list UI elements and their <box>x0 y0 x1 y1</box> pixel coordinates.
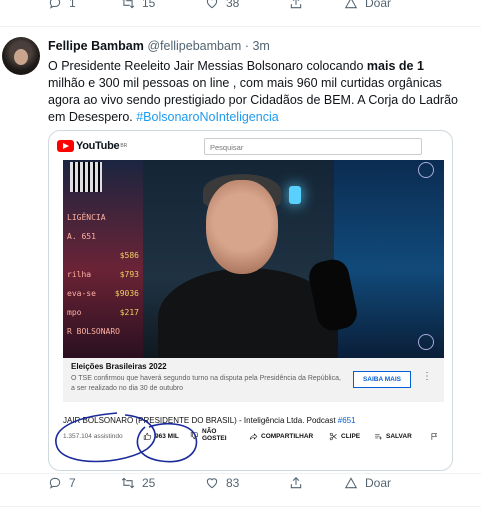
video-backdrop-right <box>334 160 444 358</box>
youtube-region: BR <box>120 143 128 149</box>
video-clip-button: CLIPE <box>329 432 360 441</box>
share-button[interactable] <box>289 476 303 490</box>
qr-code <box>70 162 102 192</box>
board-row: $586 <box>119 251 139 260</box>
divider <box>0 26 481 27</box>
donate-label: Doar <box>365 0 392 10</box>
tweet-text-bold: mais de 1 <box>366 59 424 73</box>
separator-dot: · <box>244 39 249 53</box>
election-info-panel: Eleições Brasileiras 2022 O TSE confirmo… <box>63 358 444 402</box>
like-button[interactable]: 38 <box>205 0 239 10</box>
tweet-text: O Presidente Reeleito Jair Messias Bolso… <box>48 58 458 126</box>
retweet-icon <box>122 0 135 9</box>
donate-button[interactable]: Doar <box>344 476 391 490</box>
clip-label: CLIPE <box>341 433 361 440</box>
hashtag-link[interactable]: #BolsonaroNoInteligencia <box>136 110 278 124</box>
retweet-icon <box>121 477 135 489</box>
video-price-board: LIGÊNCIA A. 651 $586 rilha $793 eva-se $90… <box>63 208 143 341</box>
thumbs-down-icon <box>190 431 199 439</box>
reply-count: 7 <box>69 476 76 490</box>
panel-text: O TSE confirmou que haverá segundo turno… <box>71 375 341 392</box>
reply-icon <box>49 477 61 489</box>
author-handle[interactable]: @fellipebambam <box>147 39 241 53</box>
retweet-count: 25 <box>142 476 156 490</box>
retweet-button[interactable]: 15 <box>121 0 155 10</box>
youtube-search-input: Pesquisar <box>204 138 422 155</box>
studio-lamp <box>289 186 301 204</box>
like-button[interactable]: 83 <box>205 476 239 490</box>
reply-count: 1 <box>69 0 76 10</box>
divider <box>0 473 481 474</box>
donate-button[interactable]: Doar <box>344 0 391 10</box>
retweet-count: 15 <box>142 0 156 10</box>
video-dislike-button: NÃO GOSTEI <box>190 428 227 442</box>
retweet-button[interactable]: 25 <box>121 476 155 490</box>
like-count: 83 <box>226 476 240 490</box>
attached-image[interactable]: YouTube BR Pesquisar LIGÊNCIA A. 651 $58… <box>48 130 453 471</box>
donate-label: Doar <box>365 476 392 490</box>
board-header: A. 651 <box>67 232 96 241</box>
more-options-icon: ⋮ <box>422 371 432 382</box>
add-to-playlist-icon <box>375 433 382 440</box>
video-report-button <box>430 432 439 441</box>
board-row: eva-se $9036 <box>67 289 139 298</box>
youtube-wordmark: YouTube <box>76 140 120 152</box>
donate-icon <box>344 477 358 489</box>
dislike-label-line: NÃO <box>202 428 217 435</box>
youtube-play-icon <box>57 140 74 152</box>
video-title-hashtag: #651 <box>337 416 356 425</box>
share-arrow-icon <box>249 433 258 440</box>
video-title-text: JAIR BOLSONARO (PRESIDENTE DO BRASIL) - … <box>63 416 338 425</box>
panel-title: Eleições Brasileiras 2022 <box>71 362 167 371</box>
share-icon <box>290 0 302 9</box>
like-count: 38 <box>226 0 240 10</box>
person-head <box>206 180 278 274</box>
board-footer: R BOLSONARO <box>67 327 120 336</box>
share-icon <box>290 477 302 489</box>
reply-icon <box>49 0 61 9</box>
channel-watermark-icon <box>418 334 434 350</box>
tweet-header: Fellipe Bambam @fellipebambam · 3m <box>48 39 270 53</box>
dislike-label-line: GOSTEI <box>202 435 227 442</box>
view-count: 1.357.104 assistindo <box>63 433 123 440</box>
flag-icon <box>431 433 437 440</box>
video-like-button: 963 MIL <box>143 432 179 441</box>
board-row: mpo $217 <box>67 308 139 317</box>
video-like-count: 963 MIL <box>155 433 179 440</box>
divider <box>0 506 481 507</box>
dislike-label: NÃO GOSTEI <box>202 428 227 442</box>
author-name[interactable]: Fellipe Bambam <box>48 39 144 53</box>
tweet-text-part: O Presidente Reeleito Jair Messias Bolso… <box>48 59 367 73</box>
donate-icon <box>344 0 358 9</box>
share-label: COMPARTILHAR <box>261 433 314 440</box>
share-button[interactable] <box>289 0 303 10</box>
heart-icon <box>206 478 218 489</box>
thumbs-up-icon <box>143 432 152 440</box>
reply-button[interactable]: 1 <box>48 0 76 10</box>
save-label: SALVAR <box>386 433 412 440</box>
avatar[interactable] <box>2 37 40 75</box>
board-header: LIGÊNCIA <box>67 213 106 222</box>
youtube-logo: YouTube BR <box>57 140 127 152</box>
video-title: JAIR BOLSONARO (PRESIDENTE DO BRASIL) - … <box>63 416 356 425</box>
board-row: rilha $793 <box>67 270 139 279</box>
learn-more-button: SAIBA MAIS <box>353 371 411 388</box>
tweet-time[interactable]: 3m <box>252 39 269 53</box>
heart-icon <box>206 0 218 9</box>
video-save-button: SALVAR <box>374 432 412 441</box>
channel-logo-icon <box>418 162 434 178</box>
reply-button[interactable]: 7 <box>48 476 76 490</box>
scissors-icon <box>329 432 337 441</box>
video-share-button: COMPARTILHAR <box>249 432 313 441</box>
video-frame: LIGÊNCIA A. 651 $586 rilha $793 eva-se $90… <box>63 160 444 358</box>
